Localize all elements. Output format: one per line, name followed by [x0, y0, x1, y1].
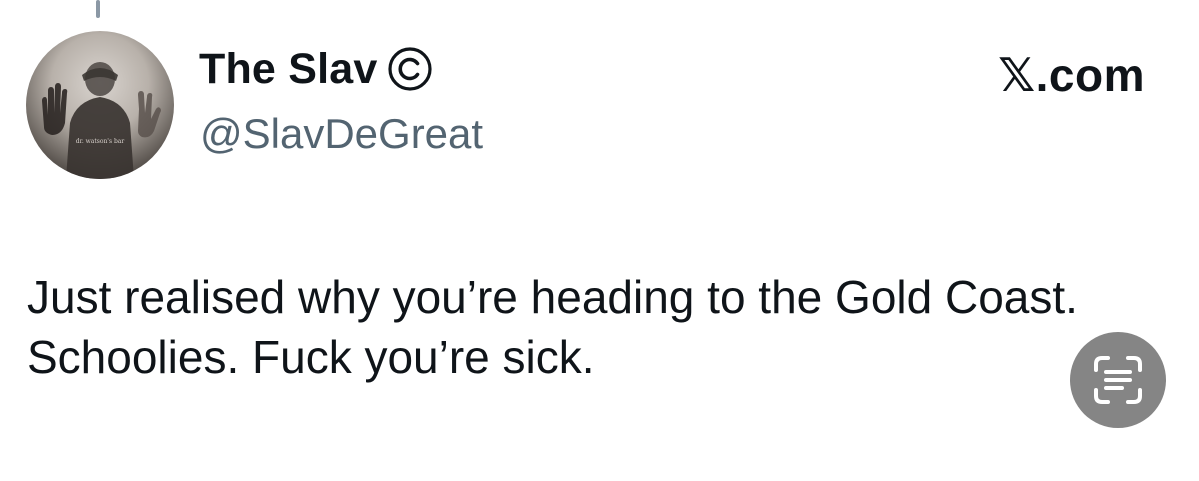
live-text-button[interactable]	[1070, 332, 1166, 428]
avatar-caption: dr. watson's bar	[76, 138, 125, 145]
tweet-text: Just realised why you’re heading to the …	[27, 271, 1078, 383]
copyright-icon	[387, 46, 433, 92]
avatar[interactable]: dr. watson's bar	[26, 31, 174, 179]
x-brand-label: 𝕏.com	[998, 49, 1145, 101]
thread-connector-line	[96, 0, 100, 18]
display-name[interactable]: The Slav	[199, 47, 377, 91]
author-name-row: The Slav	[199, 46, 433, 92]
user-handle[interactable]: @SlavDeGreat	[200, 113, 483, 155]
text-scan-icon	[1094, 356, 1142, 404]
